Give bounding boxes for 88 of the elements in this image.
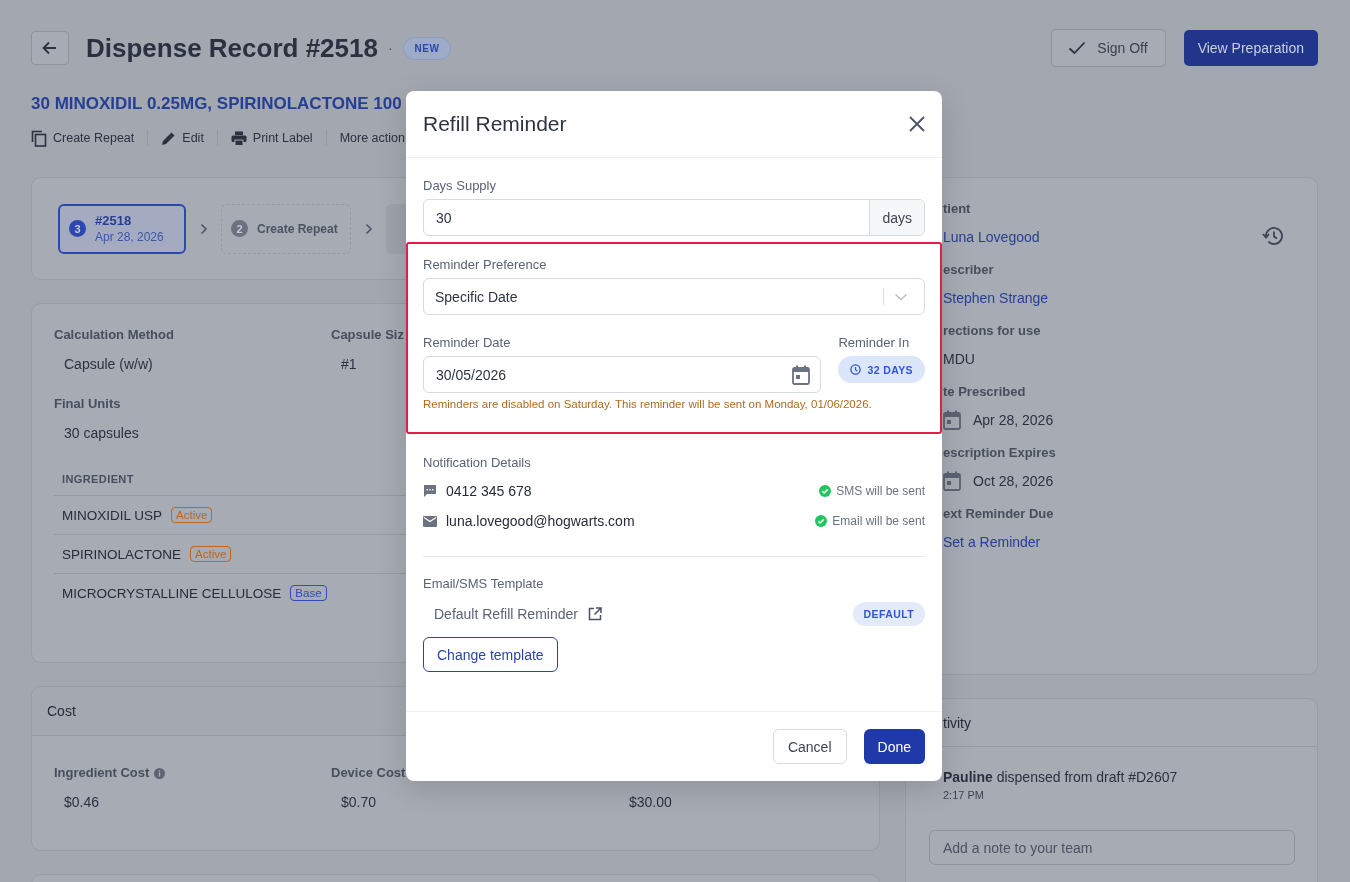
chevron-right-icon [200,222,208,235]
field-label: escriber [943,261,995,279]
default-badge: DEFAULT [852,602,925,626]
days-supply-field[interactable]: 30 days [423,199,925,236]
action-link[interactable]: Print Label [230,130,313,146]
step-date: Apr 28, 2026 [95,230,164,244]
field-link[interactable]: Luna Lovegood [943,227,1317,247]
check-icon [1068,41,1087,55]
field-label: escription Expires [943,444,1057,462]
cost-value: $30.00 [628,793,672,812]
clock-icon [850,364,862,375]
change-template-button[interactable]: Change template [423,637,558,672]
ingredient-name: MICROCRYSTALLINE CELLULOSE [62,585,282,601]
calendar-icon [792,364,811,385]
date-value: Apr 28, 2026 [973,411,1054,430]
field-label: Reminder In [838,334,910,352]
field-label: Calculation Method [54,326,174,344]
field-label: Capsule Siz [331,326,404,344]
step-number: 3 [69,220,86,237]
ingredient-tag: Base [290,585,327,601]
field-label: Reminder Date [423,334,512,352]
chevron-down-icon [894,292,908,301]
field-value: MDU [943,350,976,369]
cost-value: $0.70 [340,793,377,812]
template-name: Default Refill Reminder [434,606,578,622]
action-link[interactable]: Edit [161,130,204,146]
message-icon [423,484,437,498]
field-label: ext Reminder Due [943,505,1055,523]
field-label: Device Cost [331,764,406,782]
chevron-right-icon [364,222,373,235]
step-title: Create Repeat [257,221,338,236]
close-icon[interactable] [909,116,925,132]
external-link-icon[interactable] [587,607,602,621]
field-label: tient [943,200,972,218]
action-link[interactable]: More action [339,131,405,145]
field-label: Final Units [54,395,121,413]
section-label: Email/SMS Template [423,575,545,593]
status-badge: NEW [402,36,452,60]
field-link[interactable]: Set a Reminder [943,532,1317,552]
info-icon [154,767,166,779]
date-field[interactable]: 30/05/2026 [423,356,822,393]
unit-addon: days [869,200,924,235]
action-link[interactable]: Create Repeat [31,129,135,147]
history-icon[interactable] [1262,226,1284,246]
field-label: Reminder Preference [423,256,548,274]
activity-time: 2:17 PM [943,789,985,801]
ingredient-tag: Active [171,507,213,523]
copy-icon [31,129,47,147]
field-link[interactable]: Stephen Strange [943,288,1317,308]
product-title: 30 MINOXIDIL 0.25MG, SPIRINOLACTONE 100 [31,93,403,115]
calendar-icon [943,410,961,430]
contact-text: luna.lovegood@hogwarts.com [446,513,636,529]
pencil-icon [161,130,177,146]
days-pill: 32 DAYS [838,356,925,383]
field-value: Capsule (w/w) [63,355,153,374]
step-number: 2 [231,220,248,237]
field-value: #1 [340,355,357,374]
printer-icon [230,130,247,146]
step-item[interactable]: 2 Create Repeat [221,203,351,254]
status-text: Email will be sent [832,514,925,528]
field-label: Days Supply [423,177,497,195]
field-label: Ingredient Cost [54,764,150,782]
step-item[interactable]: 3 #2518 Apr 28, 2026 [58,203,186,254]
field-label: rections for use [943,322,1042,340]
step-title: #2518 [95,213,133,228]
mail-icon [423,515,437,527]
date-value: Oct 28, 2026 [973,472,1054,491]
sign-off-button[interactable]: Sign Off [1051,29,1166,67]
calendar-icon [943,471,961,491]
section-label: Notification Details [423,454,532,472]
dialog-title: Refill Reminder [423,112,567,136]
activity-text: Pauline dispensed from draft #D2607 [943,769,1179,785]
cost-value: $0.46 [63,793,100,812]
page-title: Dispense Record #2518 [86,32,378,64]
field-value: 30 capsules [63,424,139,443]
separator-dot: · [387,40,393,56]
ingredient-name: SPIRINOLACTONE [62,546,182,562]
back-button[interactable] [31,31,69,65]
preference-select[interactable]: Specific Date [423,278,925,315]
warning-text: Reminders are disabled on Saturday. This reminder will be sent on Monday, 01/06/2026. [423,398,873,410]
ingredient-tag: Active [190,546,232,562]
cancel-button[interactable]: Cancel [772,729,847,764]
note-field[interactable]: Add a note to your team [929,830,1295,865]
view-preparation-button[interactable]: View Preparation [1183,30,1318,66]
field-label: te Prescribed [943,383,1027,401]
done-button[interactable]: Done [863,729,925,764]
ingredient-name: MINOXIDIL USP [62,507,163,523]
contact-text: 0412 345 678 [446,483,533,499]
